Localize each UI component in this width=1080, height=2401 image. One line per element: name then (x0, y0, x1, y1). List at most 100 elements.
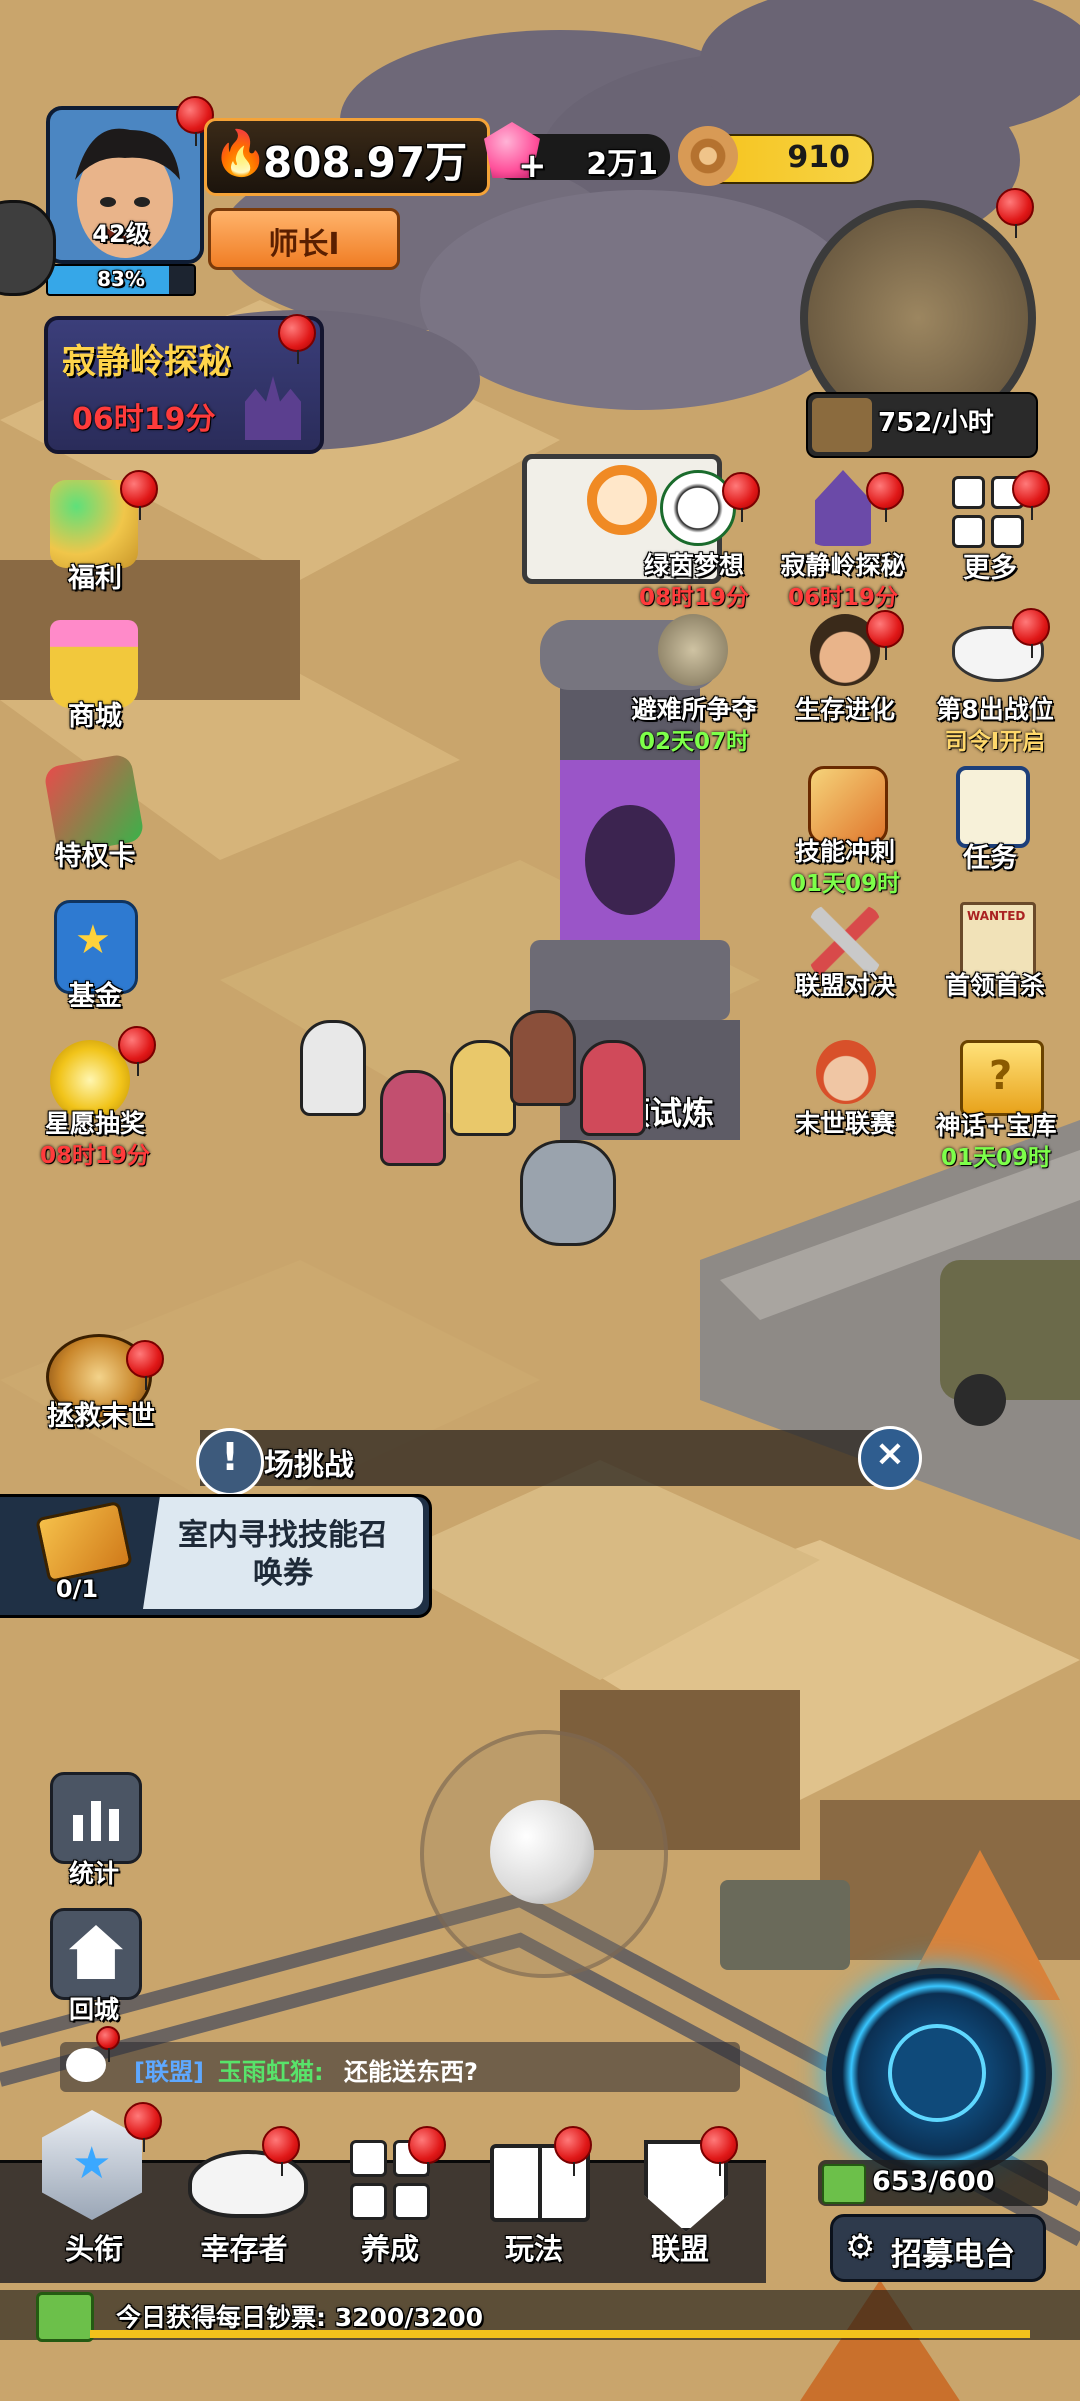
gear-icon: ⚙ (845, 2227, 876, 2267)
skill-sprint-timer: 01天09时 (789, 871, 900, 897)
haunted-castle-icon (245, 376, 301, 440)
chat-bar[interactable]: [联盟] 玉雨虹猫: 还能送东西? (60, 2042, 740, 2092)
rank-badge[interactable]: 师长Ⅰ (208, 208, 400, 270)
battle-slot-unlock-text: 司令I开启 (944, 729, 1046, 755)
cash-stack-icon (36, 2292, 94, 2342)
league-avatar-icon (816, 1040, 876, 1104)
silent-hill-notification-dot (866, 472, 904, 522)
wood-value: 910 (787, 140, 850, 175)
right-menu-label-boss-first-kill: 首领首杀 (944, 971, 1045, 1000)
nav-label-survivors: 幸存者 (200, 2232, 288, 2266)
power-value: 808.97万 (263, 138, 468, 187)
summon-ticket-icon (35, 1500, 133, 1584)
wood-log-icon (678, 126, 738, 186)
golden-chest-icon: ? (960, 1040, 1044, 1116)
nav-label-titles: 头衔 (64, 2232, 123, 2266)
left-menu-label-star-wish: 星愿抽奖 (44, 1109, 145, 1138)
right-menu-item-tasks[interactable]: 任务 (930, 762, 1050, 882)
chat-user: 玉雨虹猫: (218, 2058, 324, 2086)
right-menu-item-apocalypse-league[interactable]: 末世联赛 (770, 1040, 920, 1160)
event-banner-notification-dot (278, 314, 316, 364)
right-menu-item-skill-sprint[interactable]: 技能冲刺 01天09时 (770, 762, 920, 902)
green-dream-timer: 08时19分 (638, 585, 749, 611)
left-menu-item-privilege[interactable]: 特权卡 (40, 753, 150, 872)
right-menu-label-green-dream: 绿茵梦想 (643, 551, 744, 580)
myth-vault-timer: 01天09时 (940, 1145, 1051, 1171)
stats-button[interactable]: 统计 (44, 1772, 144, 1892)
right-menu-item-alliance-duel[interactable]: 联盟对决 (770, 902, 920, 1022)
stats-label: 统计 (68, 1859, 119, 1888)
star-wish-timer: 08时19分 (39, 1143, 150, 1169)
bar-chart-icon (50, 1772, 142, 1864)
power-panel: 🔥 808.97万 (204, 118, 490, 196)
home-icon (50, 1908, 142, 2000)
daily-cash-bar: 今日获得每日钞票: 3200/3200 (0, 2290, 1080, 2342)
radar-count-panel: 653/600 (818, 2160, 1048, 2206)
nav-survivors-notification-dot (262, 2126, 300, 2176)
right-menu-item-myth-vault[interactable]: ? 神话+宝库 01天09时 (916, 1040, 1076, 1180)
right-menu-label-silent-hill: 寂静岭探秘 (780, 551, 906, 580)
right-menu-label-more: 更多 (963, 553, 1017, 584)
warning-icon: ! (196, 1428, 264, 1496)
wood-currency[interactable]: 910 (678, 126, 874, 186)
challenge-task-text: 室内寻找技能召唤券 (178, 1518, 388, 1591)
nav-titles-notification-dot (124, 2102, 162, 2152)
joystick-knob[interactable] (490, 1800, 594, 1904)
challenge-task-card[interactable]: 0/1 室内寻找技能召唤券 (0, 1494, 432, 1618)
daily-cash-text: 今日获得每日钞票: 3200/3200 (116, 2303, 483, 2332)
close-icon: × (874, 1433, 906, 1474)
flame-icon: 🔥 (213, 128, 268, 179)
challenge-progress: 0/1 (55, 1575, 99, 1603)
recruit-radio-button[interactable]: ⚙ 招募电台 (830, 2214, 1046, 2282)
nav-develop-notification-dot (408, 2126, 446, 2176)
nav-gameplay-notification-dot (554, 2126, 592, 2176)
close-challenge-button[interactable]: × (858, 1426, 922, 1490)
welfare-notification-dot (120, 470, 158, 520)
challenge-header-bar: 场挑战 (200, 1430, 900, 1486)
shelter-battle-timer: 02天07时 (638, 729, 749, 755)
left-menu-item-fund[interactable]: ★ 基金 (40, 896, 150, 1012)
challenge-title: 场挑战 (264, 1448, 354, 1483)
daily-cash-progress (90, 2330, 1030, 2338)
left-menu-label-privilege: 特权卡 (54, 841, 136, 872)
minimap-notification-dot (996, 188, 1034, 238)
star-wish-notification-dot (118, 1026, 156, 1076)
right-menu-label-apocalypse-league: 末世联赛 (794, 1109, 895, 1138)
exp-bar: 83% (46, 264, 196, 296)
gem-value: 2万1 (586, 147, 658, 182)
chat-message: 还能送东西? (344, 2058, 478, 2086)
left-menu-item-shop[interactable]: 商城 (40, 616, 150, 732)
left-menu-label-rescue: 拯救末世 (47, 1401, 155, 1432)
silent-hill-timer: 06时19分 (787, 585, 898, 611)
right-menu-label-myth-vault: 神话+宝库 (935, 1111, 1057, 1140)
hero-squad (300, 980, 660, 1280)
return-city-button[interactable]: 回城 (44, 1908, 144, 2028)
movement-joystick[interactable] (420, 1730, 668, 1978)
right-menu-label-alliance-duel: 联盟对决 (794, 971, 895, 1000)
daily-cash-progress-fill (90, 2330, 1030, 2338)
cash-stack-icon (822, 2164, 866, 2204)
right-menu-item-boss-first-kill[interactable]: WANTED 首领首杀 (920, 902, 1070, 1022)
gem-currency[interactable]: + 2万1 (484, 122, 670, 186)
left-menu-label-welfare: 福利 (68, 563, 122, 594)
event-banner-title: 寂静岭探秘 (62, 342, 232, 382)
challenge-task-text-box: 室内寻找技能召唤券 (143, 1497, 423, 1609)
right-menu-item-shelter-battle[interactable]: 避难所争夺 02天07时 (614, 614, 774, 755)
shelter-battle-icon (658, 614, 728, 686)
recruit-radio-label: 招募电台 (891, 2237, 1015, 2273)
player-level: 42级 (92, 220, 150, 248)
return-city-label: 回城 (68, 1995, 119, 2024)
add-gem-icon[interactable]: + (518, 146, 547, 186)
nav-label-gameplay: 玩法 (504, 2232, 563, 2266)
radar-icon (888, 2024, 986, 2122)
radar-count: 653/600 (872, 2166, 995, 2197)
battle-slot-notification-dot (1012, 608, 1050, 658)
nav-label-develop: 养成 (360, 2232, 419, 2266)
minimap-resource-panel: 752/小时 (806, 392, 1038, 458)
resource-rate: 752/小时 (878, 408, 994, 438)
rescue-notification-dot (126, 1340, 164, 1390)
green-dream-notification-dot (722, 472, 760, 522)
right-menu-label-battle-slot: 第8出战位 (936, 695, 1054, 724)
radar-button[interactable] (826, 1968, 1052, 2180)
sawmill-icon (812, 398, 872, 452)
